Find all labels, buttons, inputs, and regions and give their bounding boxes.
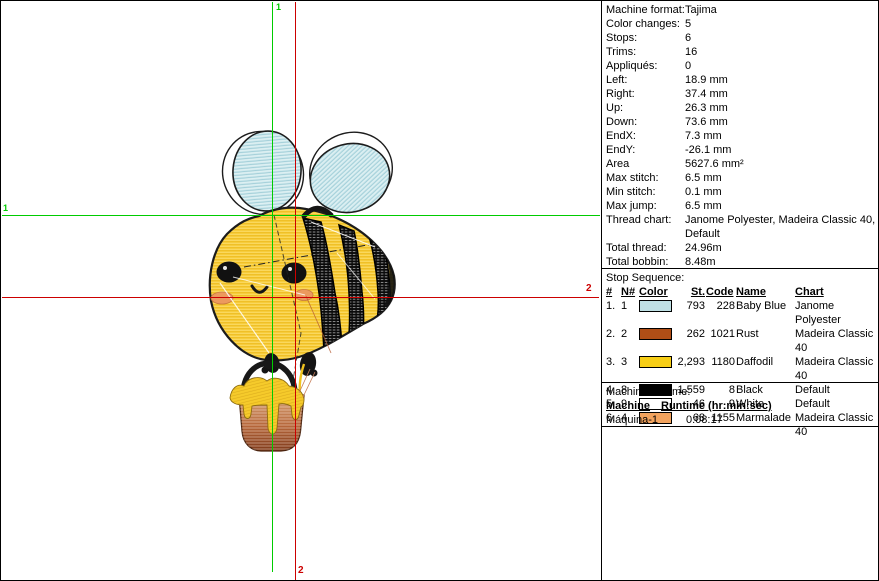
embroidery-design-bee [1, 1, 601, 581]
stop-row-num: 3. [606, 355, 620, 383]
stop-row-st: 2,293 [675, 355, 705, 383]
stat-row: Total thread:24.96m [606, 241, 878, 255]
stop-sequence-section: Stop Sequence: # N# Color St. Code Name … [602, 269, 879, 383]
stop-row-chart: Madeira Classic 40 [795, 355, 878, 383]
stat-row: Machine format:Tajima [606, 3, 878, 17]
left-wing [230, 128, 305, 214]
stat-row: Stops:6 [606, 31, 878, 45]
runtime-row-machine: Máquina-1 [606, 413, 661, 427]
stat-row: Up:26.3 mm [606, 101, 878, 115]
stop-row-code: 1180 [706, 355, 735, 383]
col-header-name: Name [736, 285, 794, 299]
col-header-n: N# [621, 285, 638, 299]
col-header-st: St. [675, 285, 705, 299]
stop-row-name: Baby Blue [736, 299, 794, 327]
stat-row: EndY:-26.1 mm [606, 143, 878, 157]
stat-row: Right:37.4 mm [606, 87, 878, 101]
stop-row-chart: Madeira Classic 40 [795, 327, 878, 355]
stat-row: Trims:16 [606, 45, 878, 59]
stat-row: Thread chart:Janome Polyester, Madeira C… [606, 213, 878, 241]
vertical-guide-2[interactable] [295, 2, 296, 581]
stop-row-n: 3 [621, 355, 638, 383]
stat-row: EndX:7.3 mm [606, 129, 878, 143]
vertical-guide-1[interactable] [272, 2, 273, 572]
guide-label-left: 1 [3, 203, 8, 213]
runtime-row-value: 0:08:17 [661, 413, 878, 427]
design-canvas[interactable]: 1 2 1 2 [1, 1, 601, 581]
horizontal-guide-2[interactable] [2, 297, 599, 298]
stat-row: Left:18.9 mm [606, 73, 878, 87]
col-header-chart: Chart [795, 285, 878, 299]
stop-row-chart: Default [795, 383, 878, 397]
design-properties-panel: Machine format:Tajima Color changes:5 St… [601, 1, 879, 581]
stop-row-st: 262 [675, 327, 705, 355]
stop-row-name: Black [736, 383, 794, 397]
left-eye-highlight [223, 266, 227, 270]
stat-row: Down:73.6 mm [606, 115, 878, 129]
stop-row-code: 228 [706, 299, 735, 327]
stop-row-code: 8 [706, 383, 735, 397]
machine-runtime-table: Machine Runtime (hr:min:sec) Máquina-1 0… [606, 399, 878, 427]
honey-pot [230, 361, 304, 451]
stop-row-n: 2 [621, 327, 638, 355]
stat-row: Max stitch:6.5 mm [606, 171, 878, 185]
stop-row-num: 1. [606, 299, 620, 327]
color-swatch [639, 355, 674, 383]
left-eye [217, 262, 242, 283]
stat-row: Total bobbin:8.48m [606, 255, 878, 269]
color-swatch [639, 299, 674, 327]
stat-row: Min stitch:0.1 mm [606, 185, 878, 199]
stat-row: Area5627.6 mm² [606, 157, 878, 171]
stop-row-name: Rust [736, 327, 794, 355]
guide-label-top: 1 [276, 2, 281, 12]
stop-row-n: 1 [621, 299, 638, 327]
embroidery-app-window: 1 2 1 2 Machine format:Tajima Color chan… [0, 0, 879, 581]
stop-row-st: 793 [675, 299, 705, 327]
stop-row-code: 1021 [706, 327, 735, 355]
col-header-num: # [606, 285, 620, 299]
guide-label-right: 2 [586, 284, 592, 294]
col-header-machine: Machine [606, 399, 661, 413]
stop-row-num: 2. [606, 327, 620, 355]
horizontal-guide-1[interactable] [2, 215, 600, 216]
col-header-color: Color [639, 285, 674, 299]
stop-row-chart: Janome Polyester [795, 299, 878, 327]
guide-label-bottom: 2 [298, 566, 304, 576]
left-cheek [211, 292, 233, 304]
right-eye-highlight [288, 267, 292, 271]
handle-knob [263, 361, 275, 369]
color-swatch [639, 327, 674, 355]
stat-row: Max jump:6.5 mm [606, 199, 878, 213]
stat-row: Color changes:5 [606, 17, 878, 31]
stop-sequence-title: Stop Sequence: [606, 271, 878, 285]
right-toe [311, 370, 318, 377]
col-header-code: Code [706, 285, 735, 299]
col-header-runtime: Runtime (hr:min:sec) [661, 399, 878, 413]
stop-row-name: Daffodil [736, 355, 794, 383]
bee-body [210, 208, 395, 361]
machine-stats-section: Machine format:Tajima Color changes:5 St… [602, 1, 879, 269]
stat-row: Appliqués:0 [606, 59, 878, 73]
